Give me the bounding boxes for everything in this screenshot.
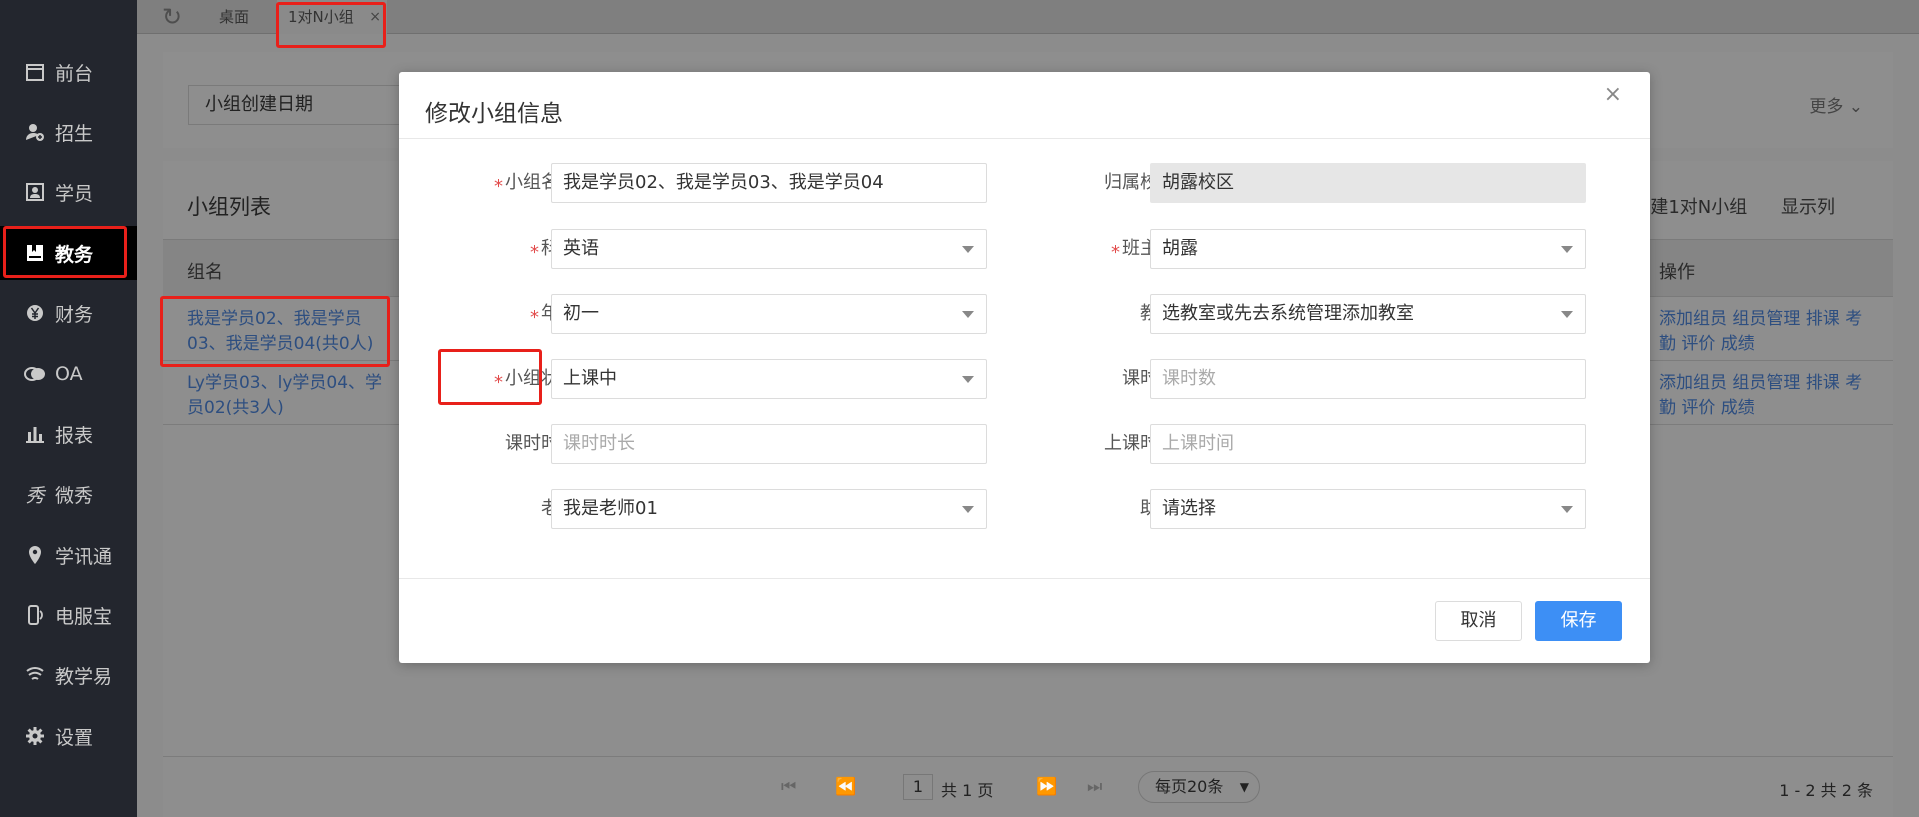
chevron-down-icon [1561,311,1573,318]
sidebar-item-label: 财务 [55,303,94,326]
first-page-icon[interactable]: ⏮ [781,777,796,797]
gear-icon [24,725,46,747]
chevron-down-icon [962,376,974,383]
location-icon [24,544,46,566]
grade-value: 初一 [563,303,599,324]
sidebar-item-xuexuntong[interactable]: 学讯通 [0,528,137,582]
classroom-select[interactable]: 选教室或先去系统管理添加教室 [1150,294,1586,334]
assistant-select[interactable]: 请选择 [1150,489,1586,529]
highlight-box [276,2,386,48]
group-name-link[interactable]: Ly学员03、ly学员04、学员02(共3人) [187,371,387,421]
last-page-icon[interactable]: ⏭ [1087,777,1102,797]
prev-page-icon[interactable]: ⏪ [835,777,856,797]
chevron-down-icon [962,246,974,253]
sidebar-item-label: 教学易 [55,665,113,688]
sidebar-item-settings[interactable]: 设置 [0,709,137,763]
sidebar-item-enrollment[interactable]: 招生 [0,105,137,159]
id-card-icon [24,181,46,203]
chevron-down-icon [1561,246,1573,253]
assistant-value: 请选择 [1162,498,1216,519]
group-status-value: 上课中 [563,368,617,389]
sidebar-item-label: 前台 [55,62,94,85]
highlight-box [3,226,127,278]
edit-group-dialog: 修改小组信息 × * 小组名称 我是学员02、我是学员03、我是学员04 归属校区… [399,72,1650,663]
pagination: ⏮ ⏪ 1 共 1 页 ⏩ ⏭ 每页20条 ▼ 1 - 2 共 2 条 [163,756,1893,817]
sidebar-item-oa[interactable]: OA [0,347,137,401]
sidebar-item-label: 电服宝 [55,605,113,628]
teacher-value: 我是老师01 [563,498,658,519]
chevron-down-icon [962,311,974,318]
column-header-name: 组名 [187,262,223,283]
subject-select[interactable]: 英语 [551,229,987,269]
group-name-field[interactable]: 我是学员02、我是学员03、我是学员04 [551,163,987,203]
head-teacher-select[interactable]: 胡露 [1150,229,1586,269]
highlight-box [438,349,542,405]
row-actions[interactable]: 添加组员 组员管理 排课 考勤 评价 成绩 [1659,371,1879,421]
sidebar-item-dianfubao[interactable]: 电服宝 [0,588,137,642]
calendar-icon [24,61,46,83]
sidebar-item-jiaoxueyi[interactable]: 教学易 [0,648,137,702]
sidebar-item-label: 报表 [55,424,94,447]
list-title: 小组列表 [187,195,271,219]
sidebar-item-reports[interactable]: 报表 [0,407,137,461]
page-size-select[interactable]: 每页20条 ▼ [1138,771,1260,803]
next-page-icon[interactable]: ⏩ [1036,777,1057,797]
refresh-icon[interactable]: ↻ [159,4,185,30]
page-input[interactable]: 1 [903,774,933,800]
tab-desktop[interactable]: 桌面 [219,0,249,34]
subject-value: 英语 [563,238,599,259]
wifi-icon [24,664,46,686]
save-button[interactable]: 保存 [1535,601,1622,641]
lesson-count-field[interactable]: 课时数 [1150,359,1586,399]
yen-icon [24,302,46,324]
more-filters-button[interactable]: 更多 ⌄ [1809,92,1863,117]
sidebar: 前台 招生 学员 教务 财务 OA 报表 秀 微秀 学讯通 电服宝 教学易 设置 [0,0,137,817]
sidebar-item-front-desk[interactable]: 前台 [0,45,137,99]
bar-chart-icon [24,423,46,445]
highlight-box [160,296,390,367]
total-pages: 共 1 页 [941,781,994,800]
record-summary: 1 - 2 共 2 条 [1779,781,1873,800]
page-size-label: 每页20条 [1155,777,1224,796]
sidebar-item-label: 设置 [55,726,94,749]
divider [399,578,1650,579]
class-time-field[interactable]: 上课时间 [1150,424,1586,464]
tab-bar: ↻ 桌面 1对N小组 × [137,0,1919,34]
chevron-down-icon [1561,506,1573,513]
sidebar-item-label: 招生 [55,122,94,145]
user-add-icon [24,121,46,143]
chevron-down-icon [962,506,974,513]
teacher-select[interactable]: 我是老师01 [551,489,987,529]
sidebar-item-finance[interactable]: 财务 [0,286,137,340]
chat-icon [24,363,46,385]
column-header-ops: 操作 [1659,262,1695,283]
sidebar-item-weixiu[interactable]: 秀 微秀 [0,467,137,521]
group-status-select[interactable]: 上课中 [551,359,987,399]
grade-select[interactable]: 初一 [551,294,987,334]
campus-field: 胡露校区 [1150,163,1586,203]
sidebar-item-label: 学员 [55,182,94,205]
sidebar-item-label: 学讯通 [55,545,113,568]
dialog-title: 修改小组信息 [425,101,563,127]
sidebar-item-label: OA [55,363,83,385]
more-label: 更多 [1809,97,1844,117]
classroom-value: 选教室或先去系统管理添加教室 [1162,303,1414,324]
row-actions[interactable]: 添加组员 组员管理 排课 考勤 评价 成绩 [1659,307,1879,357]
lesson-duration-field[interactable]: 课时时长 [551,424,987,464]
show-columns-button[interactable]: 显示列 [1781,197,1835,218]
divider [399,138,1650,139]
caret-down-icon: ▼ [1239,780,1249,794]
xiu-icon: 秀 [25,484,45,507]
sidebar-item-label: 微秀 [55,484,94,507]
head-teacher-value: 胡露 [1162,238,1198,259]
cancel-button[interactable]: 取消 [1435,601,1522,641]
sidebar-item-students[interactable]: 学员 [0,165,137,219]
phone-icon [24,604,46,626]
close-icon[interactable]: × [1604,82,1622,107]
